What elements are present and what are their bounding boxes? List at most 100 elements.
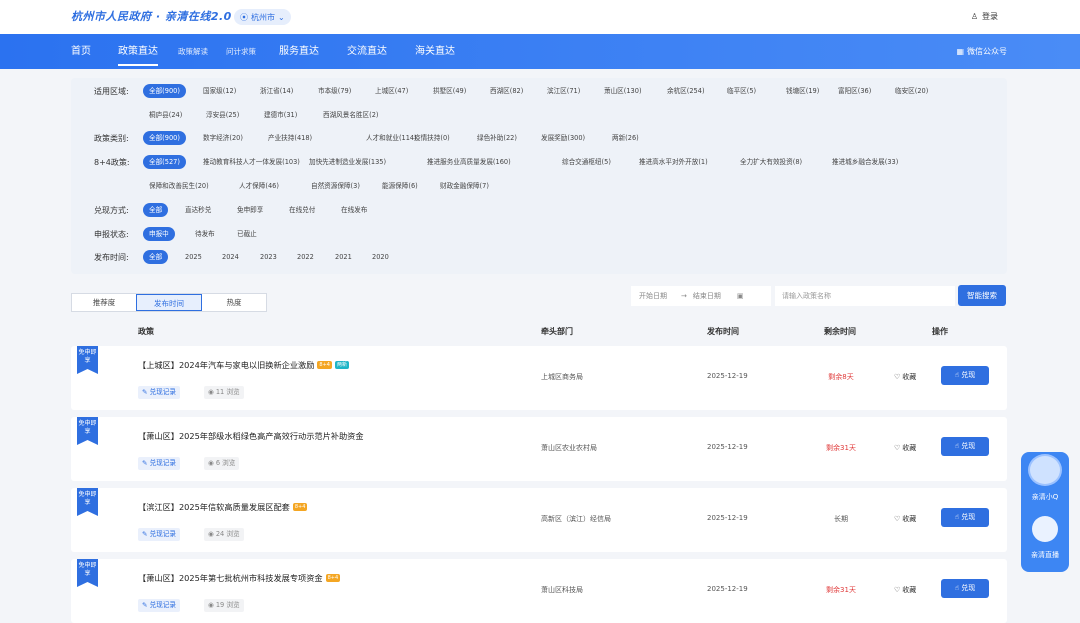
favorite-button[interactable]: ♡ 收藏: [894, 585, 916, 595]
filter-chip[interactable]: 推动教育科技人才一体发展(103): [197, 155, 306, 169]
favorite-button[interactable]: ♡ 收藏: [894, 443, 916, 453]
tab-publish-time[interactable]: 发布时间: [136, 294, 202, 311]
filter-chip[interactable]: 财政金融保障(7): [434, 179, 495, 193]
filter-chip[interactable]: 富阳区(36): [832, 84, 877, 98]
apply-button[interactable]: ☝ 兑现: [941, 437, 989, 456]
record-button[interactable]: ✎ 兑现记录: [138, 386, 180, 399]
filter-chip[interactable]: 临安区(20): [889, 84, 934, 98]
filter-chip[interactable]: 2023: [254, 250, 283, 264]
nav-home[interactable]: 首页: [71, 34, 91, 69]
filter-chip[interactable]: 2020: [366, 250, 395, 264]
login-button[interactable]: ♙ 登录: [971, 11, 998, 22]
robot-icon: [1028, 454, 1062, 486]
filter-chip[interactable]: 推进城乡融合发展(33): [826, 155, 904, 169]
search-input[interactable]: 请输入政策名称: [775, 286, 955, 306]
filter-chip[interactable]: 推进服务业高质量发展(160): [421, 155, 517, 169]
filter-chip[interactable]: 2021: [329, 250, 358, 264]
start-date[interactable]: 开始日期: [639, 291, 667, 301]
filter-chip[interactable]: 钱塘区(19): [780, 84, 825, 98]
wechat-label: 微信公众号: [967, 47, 1007, 56]
filter-chip[interactable]: 待发布: [189, 227, 221, 241]
filter-chip[interactable]: 西湖区(82): [484, 84, 529, 98]
filter-chip[interactable]: 全力扩大有效投资(8): [734, 155, 808, 169]
smart-search-button[interactable]: 智能搜索: [958, 285, 1006, 306]
filter-chip[interactable]: 临平区(5): [721, 84, 762, 98]
table-row[interactable]: 免申即享 【萧山区】2025年第七批杭州市科技发展专项资金 8+4 ✎ 兑现记录 …: [71, 559, 1007, 623]
nav-exchange[interactable]: 交流直达: [347, 34, 387, 69]
filter-chip[interactable]: 加快先进制造业发展(135): [303, 155, 392, 169]
apply-button[interactable]: ☝ 兑现: [941, 508, 989, 527]
assistant-widget[interactable]: 亲清小Q 亲清直播: [1021, 452, 1069, 572]
heart-icon: ♡: [894, 444, 901, 452]
filter-chip[interactable]: 上城区(47): [369, 84, 414, 98]
city-selector[interactable]: ⦿ 杭州市 ⌄: [234, 9, 291, 25]
filter-chip[interactable]: 西湖风景名胜区(2): [317, 108, 385, 122]
filter-chip[interactable]: 2022: [291, 250, 320, 264]
filter-chip[interactable]: 疫情扶持(0): [408, 131, 456, 145]
nav-service[interactable]: 服务直达: [279, 34, 319, 69]
nav-policy[interactable]: 政策直达: [118, 34, 158, 69]
filter-chip[interactable]: 在线发布: [335, 203, 373, 217]
record-button[interactable]: ✎ 兑现记录: [138, 599, 180, 612]
tab-hot[interactable]: 热度: [202, 294, 266, 311]
remain-cell: 剩余8天: [828, 373, 854, 381]
filter-chip[interactable]: 推进高水平对外开放(1): [633, 155, 714, 169]
filter-chip[interactable]: 桐庐县(24): [143, 108, 188, 122]
filter-chip[interactable]: 浙江省(14): [254, 84, 299, 98]
policy-title-link[interactable]: 【上城区】2024年汽车与家电以旧换新企业激励 8+4 两新: [138, 359, 349, 371]
filter-chip[interactable]: 保障和改善民生(20): [143, 179, 215, 193]
filter-chip[interactable]: 能源保障(6): [376, 179, 424, 193]
nav-policy-interpret[interactable]: 政策解读: [178, 34, 208, 69]
policy-title-link[interactable]: 【萧山区】2025年部级水稻绿色高产高效行动示范片补助资金: [138, 430, 364, 442]
view-count: ◉ 6 浏览: [204, 457, 240, 470]
filter-chip[interactable]: 已截止: [231, 227, 263, 241]
apply-button[interactable]: ☝ 兑现: [941, 579, 989, 598]
filter-chip[interactable]: 拱墅区(49): [427, 84, 472, 98]
filter-chip[interactable]: 全部(900): [143, 131, 186, 145]
filter-chip[interactable]: 淳安县(25): [200, 108, 245, 122]
filter-chip[interactable]: 全部(527): [143, 155, 186, 169]
favorite-button[interactable]: ♡ 收藏: [894, 514, 916, 524]
filter-chip[interactable]: 滨江区(71): [541, 84, 586, 98]
filter-chip[interactable]: 发展奖励(300): [535, 131, 591, 145]
table-row[interactable]: 免申即享 【上城区】2024年汽车与家电以旧换新企业激励 8+4 两新 ✎ 兑现记录…: [71, 346, 1007, 410]
filter-chip[interactable]: 2025: [179, 250, 208, 264]
filter-chip[interactable]: 直达秒兑: [179, 203, 217, 217]
filter-chip[interactable]: 萧山区(130): [598, 84, 648, 98]
filter-chip[interactable]: 综合交通枢纽(5): [556, 155, 617, 169]
filter-chip[interactable]: 市本级(79): [312, 84, 357, 98]
nav-customs[interactable]: 海关直达: [415, 34, 455, 69]
wechat-link[interactable]: ▦ 微信公众号: [956, 34, 1007, 69]
filter-chip[interactable]: 人才保障(46): [233, 179, 285, 193]
filter-chip[interactable]: 全部: [143, 203, 169, 217]
filter-chip[interactable]: 全部(900): [143, 84, 186, 98]
filter-chip[interactable]: 免申即享: [231, 203, 269, 217]
filter-chip[interactable]: 绿色补助(22): [471, 131, 523, 145]
nav-ask[interactable]: 问计求策: [226, 34, 256, 69]
record-button[interactable]: ✎ 兑现记录: [138, 457, 180, 470]
city-label: 杭州市: [251, 12, 275, 22]
table-row[interactable]: 免申即享 【滨江区】2025年信软高质量发展区配套 8+4 ✎ 兑现记录 ◉ 24…: [71, 488, 1007, 552]
filter-panel: 适用区域: 政策类别: 8+4政策: 兑现方式: 申报状态: 发布时间: 全部(…: [71, 78, 1007, 274]
filter-chip[interactable]: 国家级(12): [197, 84, 242, 98]
filter-chip[interactable]: 数字经济(20): [197, 131, 249, 145]
filter-chip[interactable]: 在线兑付: [283, 203, 321, 217]
end-date[interactable]: 结束日期: [693, 291, 721, 301]
record-button[interactable]: ✎ 兑现记录: [138, 528, 180, 541]
policy-title-link[interactable]: 【萧山区】2025年第七批杭州市科技发展专项资金 8+4: [138, 572, 341, 584]
tab-recommend[interactable]: 推荐度: [72, 294, 136, 311]
filter-chip[interactable]: 全部: [143, 250, 169, 264]
filter-chip[interactable]: 建德市(31): [258, 108, 303, 122]
policy-title-link[interactable]: 【滨江区】2025年信软高质量发展区配套 8+4: [138, 501, 308, 513]
filter-chip[interactable]: 余杭区(254): [661, 84, 711, 98]
filter-chip[interactable]: 两新(26): [606, 131, 645, 145]
apply-button[interactable]: ☝ 兑现: [941, 366, 989, 385]
site-logo[interactable]: 杭州市人民政府 · 亲清在线2.0: [71, 8, 232, 24]
filter-chip[interactable]: 2024: [216, 250, 245, 264]
favorite-button[interactable]: ♡ 收藏: [894, 372, 916, 382]
filter-chip[interactable]: 产业扶持(418): [262, 131, 318, 145]
date-range-picker[interactable]: 开始日期 → 结束日期 ▣: [631, 286, 771, 306]
filter-chip[interactable]: 自然资源保障(3): [305, 179, 366, 193]
filter-chip[interactable]: 申报中: [143, 227, 175, 241]
table-row[interactable]: 免申即享 【萧山区】2025年部级水稻绿色高产高效行动示范片补助资金 ✎ 兑现记…: [71, 417, 1007, 481]
